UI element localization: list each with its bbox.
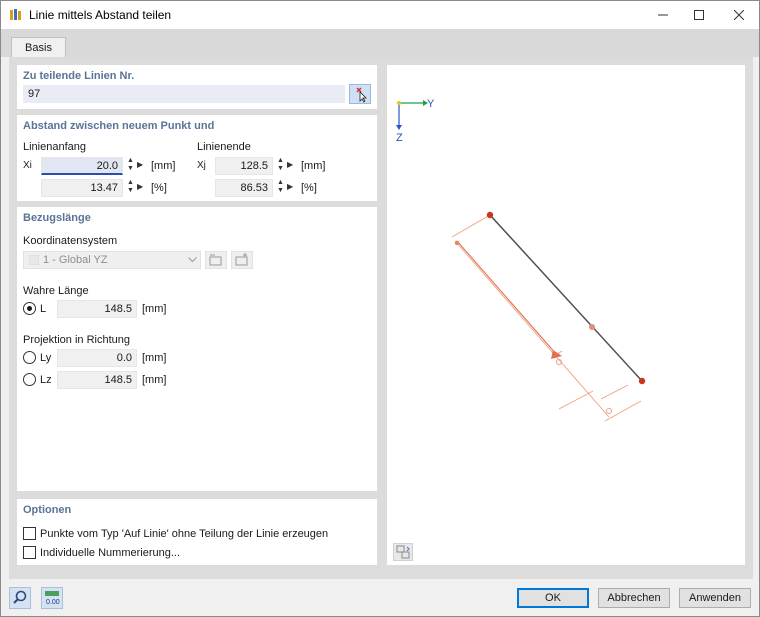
- start-distance-unit: [mm]: [151, 160, 176, 172]
- help-button[interactable]: [9, 587, 31, 609]
- dimension-start-marker: [454, 240, 460, 246]
- member-line: [489, 214, 643, 382]
- coord-system-value: 1 - Global YZ: [43, 254, 108, 266]
- close-icon: [734, 10, 744, 20]
- tab-strip: Basis: [1, 29, 759, 58]
- end-node: [638, 377, 646, 385]
- search-help-icon: [13, 590, 27, 604]
- pick-line-button[interactable]: [349, 84, 371, 104]
- coord-system-edit-button[interactable]: [205, 251, 227, 269]
- coord-system-label: Koordinatensystem: [23, 235, 118, 247]
- apply-button[interactable]: Anwenden: [679, 588, 751, 608]
- pick-cursor-icon: [356, 87, 367, 103]
- close-button[interactable]: [717, 1, 760, 29]
- content-area: Zu teilende Linien Nr. 97 Abstand zwisch…: [9, 57, 753, 579]
- projection-label: Projektion in Richtung: [23, 334, 131, 346]
- dialog-window: Linie mittels Abstand teilen Basis Zu te…: [0, 0, 760, 617]
- preview-canvas: Y Z: [387, 65, 745, 565]
- preview-graphic: Y Z: [396, 98, 646, 422]
- panel-options: Optionen Punkte vom Typ 'Auf Linie' ohne…: [17, 499, 377, 565]
- axis-z-label: Z: [396, 132, 403, 144]
- end-percent-stepper[interactable]: ▲ ▼ ▶: [275, 179, 297, 197]
- coord-system-new-button[interactable]: [231, 251, 253, 269]
- ok-button[interactable]: OK: [517, 588, 589, 608]
- proj-z-unit: [mm]: [142, 374, 167, 386]
- panel-distance-title: Abstand zwischen neuem Punkt und: [23, 120, 215, 132]
- end-distance-unit: [mm]: [301, 160, 326, 172]
- option-numbering-checkbox[interactable]: [23, 546, 36, 559]
- title-bar: Linie mittels Abstand teilen: [1, 1, 759, 29]
- panel-reference: Bezugslänge Koordinatensystem 1 - Global…: [17, 207, 377, 491]
- window-title: Linie mittels Abstand teilen: [29, 8, 172, 22]
- start-symbol: Xi: [23, 160, 32, 171]
- true-length-value: 148.5: [57, 300, 137, 318]
- dimension-lines: [451, 214, 642, 422]
- chevron-down-icon: [188, 257, 197, 263]
- proj-z-value: 148.5: [57, 371, 137, 389]
- true-length-label: Wahre Länge: [23, 285, 89, 297]
- view-settings-icon: [396, 545, 410, 559]
- start-percent-unit: [%]: [151, 182, 167, 194]
- preview-settings-button[interactable]: [393, 543, 413, 561]
- end-distance-input[interactable]: 128.5: [215, 157, 273, 175]
- panel-lines-title: Zu teilende Linien Nr.: [23, 70, 135, 82]
- units-icon: 0.00: [45, 591, 60, 606]
- end-percent-unit: [%]: [301, 182, 317, 194]
- axis-y-label: Y: [427, 98, 435, 110]
- maximize-icon: [694, 10, 704, 20]
- end-symbol: Xj: [197, 160, 206, 171]
- option-on-line-checkbox[interactable]: [23, 527, 36, 540]
- proj-z-radio[interactable]: [23, 373, 36, 386]
- proj-y-value: 0.0: [57, 349, 137, 367]
- axes-triad: [396, 100, 428, 130]
- start-distance-input[interactable]: 20.0: [41, 157, 123, 175]
- units-button[interactable]: 0.00: [41, 587, 63, 609]
- tab-basis[interactable]: Basis: [11, 37, 66, 58]
- svg-text:0.00: 0.00: [46, 599, 60, 606]
- maximize-button[interactable]: [677, 1, 721, 29]
- true-length-radio[interactable]: [23, 302, 36, 315]
- coord-new-icon: [235, 253, 248, 266]
- proj-z-symbol: Lz: [40, 374, 52, 386]
- start-distance-stepper[interactable]: ▲ ▼ ▶: [125, 157, 147, 175]
- dimension-end-marker: [606, 408, 612, 414]
- start-label: Linienanfang: [23, 141, 87, 153]
- end-label: Linienende: [197, 141, 251, 153]
- end-percent-input[interactable]: 86.53: [215, 179, 273, 197]
- cancel-button[interactable]: Abbrechen: [598, 588, 670, 608]
- line-number-input[interactable]: 97: [23, 85, 345, 103]
- coord-edit-icon: [209, 254, 222, 266]
- option-on-line-label: Punkte vom Typ 'Auf Linie' ohne Teilung …: [40, 528, 329, 540]
- coord-system-select[interactable]: 1 - Global YZ: [23, 251, 201, 269]
- panel-distance: Abstand zwischen neuem Punkt und Liniena…: [17, 115, 377, 201]
- start-percent-stepper[interactable]: ▲ ▼ ▶: [125, 179, 147, 197]
- true-length-symbol: L: [40, 303, 47, 315]
- true-length-unit: [mm]: [142, 303, 167, 315]
- proj-y-symbol: Ly: [40, 352, 52, 364]
- app-icon: [10, 9, 21, 20]
- panel-lines: Zu teilende Linien Nr. 97: [17, 65, 377, 109]
- start-percent-input[interactable]: 13.47: [41, 179, 123, 197]
- panel-options-title: Optionen: [23, 504, 72, 516]
- new-point-marker: [589, 324, 595, 330]
- coord-color-swatch: [29, 255, 39, 265]
- start-node: [486, 211, 494, 219]
- panel-reference-title: Bezugslänge: [23, 212, 91, 224]
- proj-y-unit: [mm]: [142, 352, 167, 364]
- option-numbering-label: Individuelle Nummerierung...: [40, 547, 181, 559]
- proj-y-radio[interactable]: [23, 351, 36, 364]
- minimize-icon: [658, 14, 668, 16]
- end-distance-stepper[interactable]: ▲ ▼ ▶: [275, 157, 297, 175]
